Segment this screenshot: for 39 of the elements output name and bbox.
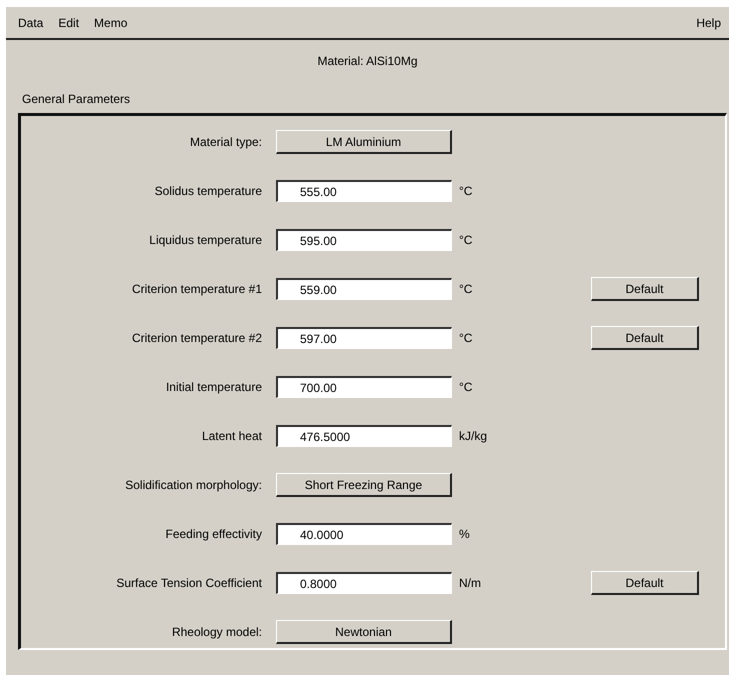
unit-label: °C: [459, 232, 474, 249]
menu-item[interactable]: Help: [690, 12, 727, 34]
value-field[interactable]: 555.00: [276, 180, 452, 202]
field-label: Surface Tension Coefficient: [115, 575, 263, 592]
menu-item[interactable]: Memo: [88, 12, 134, 34]
value-field[interactable]: 0.8000: [276, 572, 452, 594]
field-label: Liquidus temperature: [148, 232, 263, 249]
value-field[interactable]: 476.5000: [276, 425, 452, 447]
menu-item[interactable]: Data: [12, 12, 50, 34]
group-title: General Parameters: [22, 91, 130, 108]
field-label: Initial temperature: [164, 379, 263, 396]
field-label: Material type:: [188, 134, 263, 151]
field-label: Latent heat: [200, 428, 263, 445]
value-field[interactable]: 597.00: [276, 327, 452, 349]
default-button[interactable]: Default: [591, 326, 699, 350]
choice-button[interactable]: Short Freezing Range: [276, 473, 452, 497]
value-field[interactable]: 40.0000: [276, 523, 452, 545]
default-button[interactable]: Default: [591, 277, 699, 301]
field-label: Feeding effectivity: [164, 526, 263, 543]
unit-label: °C: [459, 330, 474, 347]
unit-label: °C: [459, 183, 474, 200]
field-label: Solidification morphology:: [124, 477, 263, 494]
unit-label: °C: [459, 281, 474, 298]
unit-label: °C: [459, 379, 474, 396]
menu-item[interactable]: Edit: [52, 12, 86, 34]
material-title: Material: AlSi10Mg: [317, 53, 418, 70]
field-label: Criterion temperature #2: [130, 330, 263, 347]
field-label: Rheology model:: [170, 624, 263, 641]
unit-label: kJ/kg: [459, 428, 488, 445]
value-field[interactable]: 700.00: [276, 376, 452, 398]
default-button[interactable]: Default: [591, 571, 699, 595]
field-label: Criterion temperature #1: [130, 281, 263, 298]
field-label: Solidus temperature: [154, 183, 263, 200]
choice-button[interactable]: LM Aluminium: [276, 130, 452, 154]
value-field[interactable]: 559.00: [276, 278, 452, 300]
unit-label: %: [459, 526, 471, 543]
choice-button[interactable]: Newtonian: [276, 620, 452, 644]
unit-label: N/m: [459, 575, 482, 592]
value-field[interactable]: 595.00: [276, 229, 452, 251]
